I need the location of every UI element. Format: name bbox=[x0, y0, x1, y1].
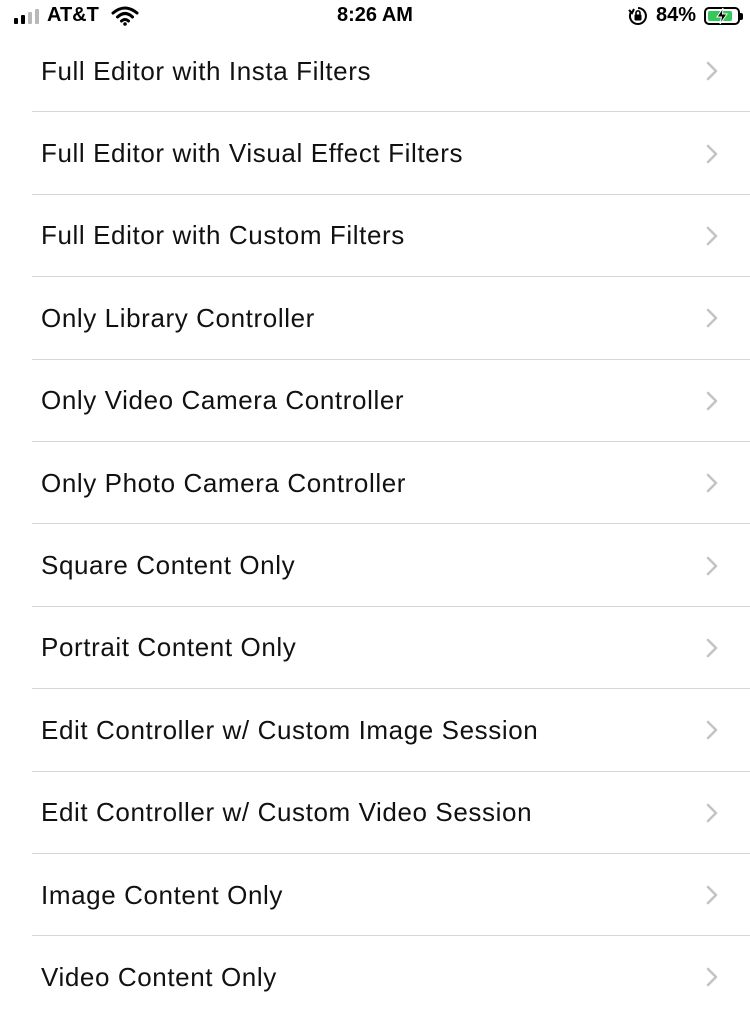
list-item-label: Only Photo Camera Controller bbox=[41, 467, 407, 498]
list-item-label: Only Library Controller bbox=[41, 302, 315, 333]
list-item[interactable]: Only Video Camera Controller bbox=[0, 360, 750, 443]
chevron-right-icon bbox=[706, 721, 718, 740]
list-item-label: Video Content Only bbox=[41, 961, 277, 992]
list-item[interactable]: Only Library Controller bbox=[0, 277, 750, 360]
list-item-label: Portrait Content Only bbox=[41, 632, 297, 663]
list-item-label: Full Editor with Custom Filters bbox=[41, 220, 405, 251]
status-right: 84% bbox=[628, 4, 743, 27]
chevron-right-icon bbox=[706, 226, 718, 246]
list-item-label: Full Editor with Visual Effect Filters bbox=[41, 138, 464, 169]
chevron-right-icon bbox=[706, 473, 718, 493]
orientation-lock-icon bbox=[628, 6, 647, 25]
chevron-right-icon bbox=[706, 885, 718, 905]
chevron-right-icon bbox=[706, 309, 718, 328]
list-item-label: Edit Controller w/ Custom Video Session bbox=[41, 797, 533, 828]
list-item-label: Only Video Camera Controller bbox=[41, 385, 405, 416]
battery-percent: 84% bbox=[655, 4, 696, 26]
list-item[interactable]: Full Editor with Visual Effect Filters bbox=[0, 112, 750, 196]
battery-charging-icon bbox=[704, 6, 743, 25]
list-item[interactable]: Portrait Content Only bbox=[0, 607, 750, 690]
charging-bolt-icon bbox=[716, 7, 728, 24]
chevron-right-icon bbox=[706, 61, 718, 81]
list-item[interactable]: Full Editor with Insta Filters bbox=[0, 30, 750, 113]
list-item[interactable]: Square Content Only bbox=[0, 524, 750, 608]
chevron-right-icon bbox=[706, 391, 718, 411]
list-item-label: Square Content Only bbox=[41, 550, 296, 581]
list-item[interactable]: Image Content Only bbox=[0, 854, 750, 937]
list-item-label: Edit Controller w/ Custom Image Session bbox=[41, 714, 539, 745]
list-item-label: Image Content Only bbox=[41, 879, 284, 910]
list-item[interactable]: Edit Controller w/ Custom Video Session bbox=[0, 772, 750, 855]
list-item-label: Full Editor with Insta Filters bbox=[41, 55, 372, 86]
list-item[interactable]: Video Content Only bbox=[0, 936, 750, 1018]
chevron-right-icon bbox=[706, 638, 718, 658]
chevron-right-icon bbox=[706, 968, 718, 987]
chevron-right-icon bbox=[706, 803, 718, 823]
chevron-right-icon bbox=[706, 144, 718, 163]
menu-list: Full Editor with Insta Filters Full Edito… bbox=[0, 30, 750, 1019]
list-item[interactable]: Edit Controller w/ Custom Image Session bbox=[0, 689, 750, 772]
list-item[interactable]: Full Editor with Custom Filters bbox=[0, 195, 750, 278]
status-bar: AT&T 8:26 AM 84% bbox=[0, 0, 750, 32]
chevron-right-icon bbox=[706, 556, 718, 575]
list-item[interactable]: Only Photo Camera Controller bbox=[0, 442, 750, 525]
